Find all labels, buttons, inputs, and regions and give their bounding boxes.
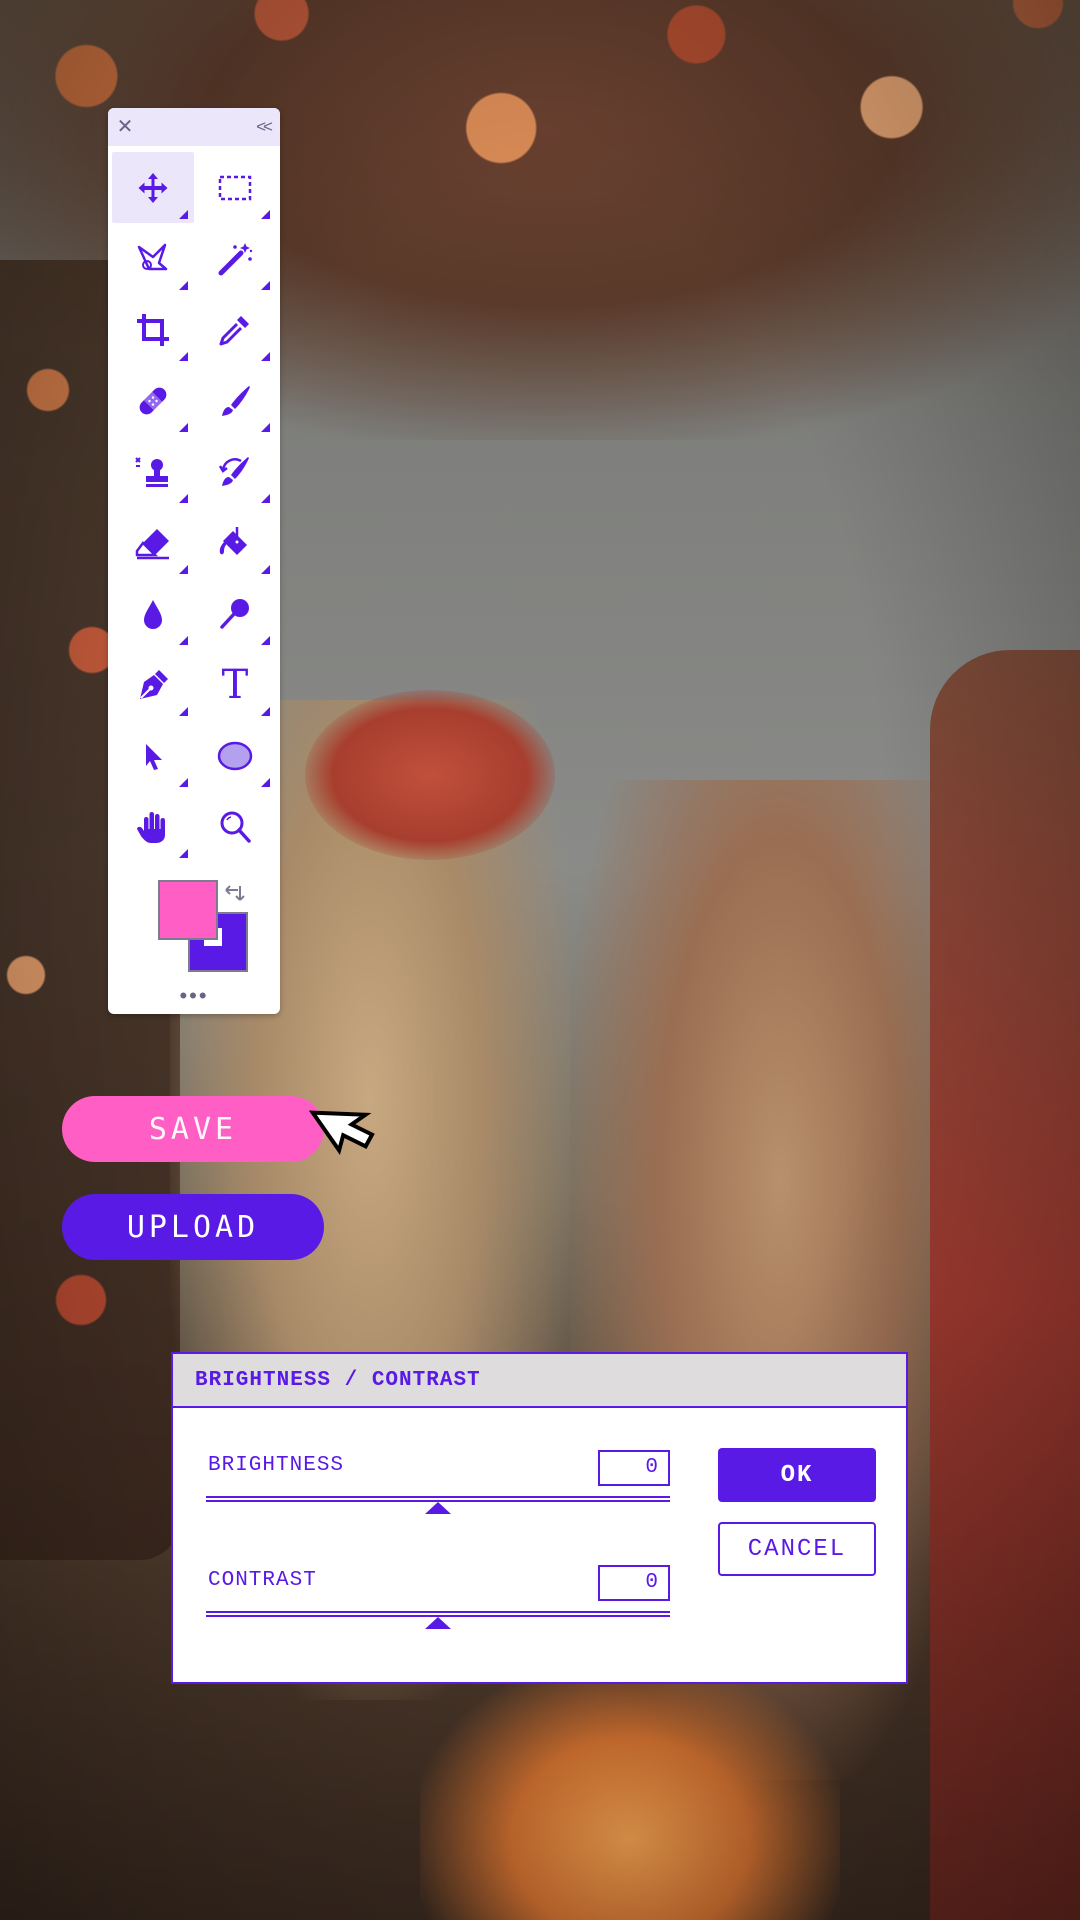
tool-flyout-indicator [261,423,270,432]
tool-flyout-indicator [179,636,188,645]
tools-panel-header: ✕ << [108,108,280,146]
brightness-value-input[interactable]: 0 [598,1450,670,1486]
tool-flyout-indicator [261,565,270,574]
move-icon [138,172,168,203]
lasso-icon [137,243,168,270]
stamp-icon [135,456,168,487]
eraser-icon [135,528,169,559]
crop-icon [137,313,169,346]
close-icon[interactable]: ✕ [114,116,136,138]
path-select-tool[interactable] [112,720,194,791]
dialog-title: BRIGHTNESS / CONTRAST [173,1354,906,1408]
magic-wand-icon [218,242,253,275]
text-icon: T [221,661,249,708]
swap-colors-icon[interactable] [222,880,248,906]
brush-icon [222,385,250,416]
healing-tool[interactable] [112,365,194,436]
tool-flyout-indicator [261,778,270,787]
magnifier-icon [220,811,251,843]
tool-flyout-indicator [261,281,270,290]
tools-panel: ✕ << T ••• [108,108,280,1014]
tool-flyout-indicator [261,494,270,503]
tool-flyout-indicator [179,210,188,219]
dodge-icon [220,598,249,629]
ellipse-tool[interactable] [194,720,276,791]
marquee-tool[interactable] [194,152,276,223]
paint-bucket-icon [219,526,247,555]
paint-bucket-tool[interactable] [194,507,276,578]
marquee-icon [218,175,252,200]
contrast-label: CONTRAST [208,1569,317,1592]
brightness-slider-thumb[interactable] [425,1502,451,1514]
bandage-icon [139,387,167,414]
brush-tool[interactable] [194,365,276,436]
dodge-tool[interactable] [194,578,276,649]
magic-wand-tool[interactable] [194,223,276,294]
tool-flyout-indicator [261,352,270,361]
crop-tool[interactable] [112,294,194,365]
lasso-tool[interactable] [112,223,194,294]
tool-flyout-indicator [261,210,270,219]
history-brush-tool[interactable] [194,436,276,507]
ok-button[interactable]: OK [718,1448,876,1502]
color-swatches [148,880,248,980]
tool-flyout-indicator [261,707,270,716]
zoom-tool[interactable] [194,791,276,862]
move-tool[interactable] [112,152,194,223]
tool-flyout-indicator [179,778,188,787]
tool-flyout-indicator [179,494,188,503]
tool-flyout-indicator [179,423,188,432]
text-tool[interactable]: T [194,649,276,720]
tool-flyout-indicator [261,636,270,645]
tool-flyout-indicator [179,565,188,574]
cancel-button[interactable]: CANCEL [718,1522,876,1576]
tool-flyout-indicator [179,849,188,858]
eraser-tool[interactable] [112,507,194,578]
history-brush-icon [218,456,249,486]
ellipse-icon [217,741,253,770]
upload-button[interactable]: UPLOAD [62,1194,324,1260]
blur-tool[interactable] [112,578,194,649]
foreground-color-swatch[interactable] [158,880,218,940]
contrast-value-input[interactable]: 0 [598,1565,670,1601]
clone-stamp-tool[interactable] [112,436,194,507]
hand-icon [137,811,165,843]
collapse-icon[interactable]: << [252,116,274,138]
tool-flyout-indicator [179,281,188,290]
save-button[interactable]: SAVE [62,1096,324,1162]
mouse-cursor-icon [308,1110,375,1155]
pen-nib-icon [140,669,168,699]
tool-grid: T [112,152,276,862]
arrow-pointer-icon [146,743,162,770]
brightness-contrast-dialog: BRIGHTNESS / CONTRAST BRIGHTNESS 0 CONTR… [171,1352,908,1684]
eyedropper-icon [219,315,249,345]
brightness-label: BRIGHTNESS [208,1454,345,1477]
drop-icon [144,599,162,629]
eyedropper-tool[interactable] [194,294,276,365]
contrast-slider-thumb[interactable] [425,1617,451,1629]
pen-tool[interactable] [112,649,194,720]
hand-tool[interactable] [112,791,194,862]
tool-flyout-indicator [179,352,188,361]
tool-flyout-indicator [179,707,188,716]
more-tools-icon[interactable]: ••• [108,985,280,1007]
